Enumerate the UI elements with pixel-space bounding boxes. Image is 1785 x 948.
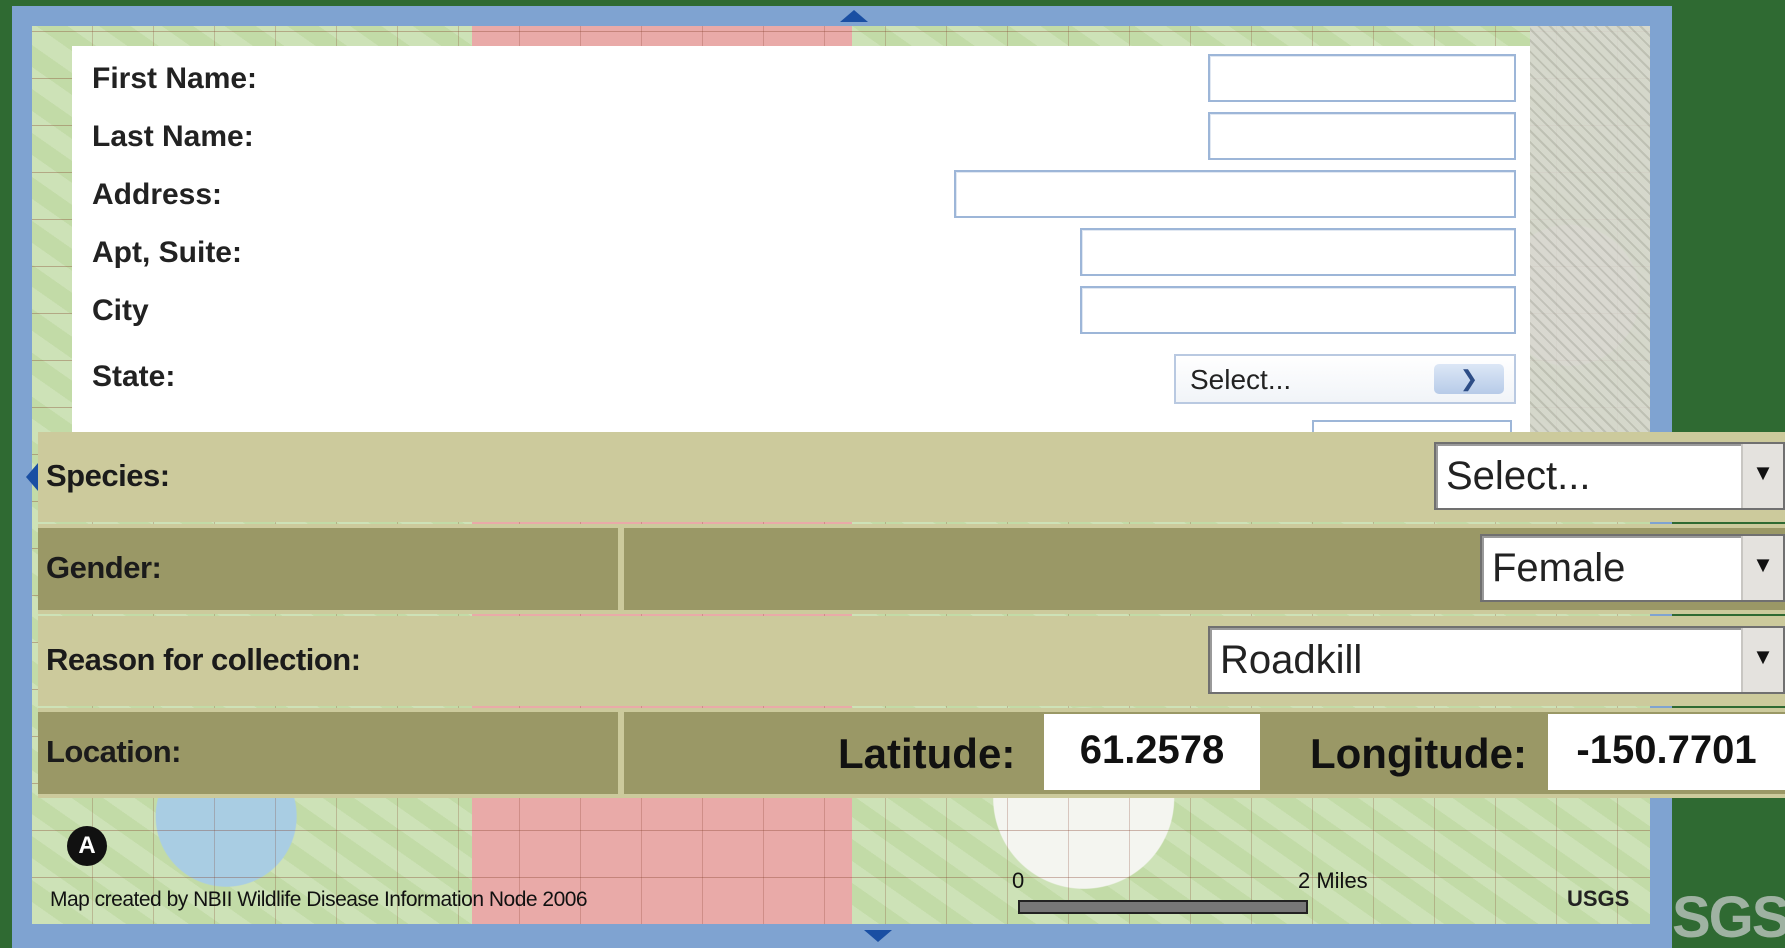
pan-up-arrow[interactable] — [840, 10, 868, 22]
species-label: Species: — [46, 458, 170, 493]
usgs-mark: USGS — [1567, 886, 1630, 911]
chevron-down-icon[interactable]: ❯ — [1434, 364, 1504, 394]
address-label: Address: — [92, 178, 223, 211]
dropdown-arrow-icon[interactable]: ▼ — [1741, 536, 1783, 600]
reason-select[interactable]: Roadkill ▼ — [1208, 626, 1785, 694]
state-select[interactable]: Select... ❯ — [1174, 354, 1516, 404]
scale-start-label: 0 — [1012, 868, 1025, 893]
apt-suite-field[interactable] — [1080, 228, 1516, 276]
dropdown-arrow-icon[interactable]: ▼ — [1741, 628, 1783, 692]
latitude-label: Latitude: — [838, 730, 1016, 777]
reason-select-value: Roadkill — [1220, 638, 1363, 682]
pan-down-arrow[interactable] — [864, 930, 892, 942]
scale-end-label: 2 Miles — [1298, 868, 1368, 893]
pan-left-arrow[interactable] — [26, 463, 38, 491]
latitude-field[interactable]: 61.2578 — [1044, 714, 1260, 790]
dropdown-arrow-icon[interactable]: ▼ — [1741, 444, 1783, 508]
gender-row: Gender: Female ▼ — [38, 524, 1785, 614]
apt-suite-label: Apt, Suite: — [92, 236, 242, 269]
species-select-value: Select... — [1446, 454, 1591, 498]
scale-bar — [1018, 900, 1308, 914]
address-panel: First Name: Last Name: Address: Apt, Sui… — [72, 46, 1530, 434]
collection-form: Species: Select... ▼ Gender: Female ▼ Re… — [38, 432, 1785, 798]
state-select-value: Select... — [1190, 364, 1292, 395]
north-arrow-icon: A — [67, 826, 107, 866]
last-name-label: Last Name: — [92, 120, 254, 153]
species-select[interactable]: Select... ▼ — [1434, 442, 1785, 510]
location-label: Location: — [46, 734, 182, 769]
reason-label: Reason for collection: — [46, 642, 361, 677]
reason-row: Reason for collection: Roadkill ▼ — [38, 616, 1785, 706]
last-name-field[interactable] — [1208, 112, 1516, 160]
map-urban-area — [1530, 26, 1650, 446]
state-label: State: — [92, 360, 176, 393]
location-row: Location: Latitude: 61.2578 Longitude: -… — [38, 708, 1785, 798]
city-field[interactable] — [1080, 286, 1516, 334]
gender-select-value: Female — [1492, 546, 1626, 590]
city-label: City — [92, 294, 149, 327]
brand-logo-fragment: SGS — [1672, 885, 1785, 948]
species-row: Species: Select... ▼ — [38, 432, 1785, 522]
address-field[interactable] — [954, 170, 1516, 218]
gender-select[interactable]: Female ▼ — [1480, 534, 1785, 602]
first-name-label: First Name: — [92, 62, 258, 95]
first-name-field[interactable] — [1208, 54, 1516, 102]
map-credit: Map created by NBII Wildlife Disease Inf… — [50, 888, 588, 911]
longitude-label: Longitude: — [1310, 730, 1527, 777]
longitude-field[interactable]: -150.7701 — [1548, 714, 1785, 790]
gender-label: Gender: — [46, 550, 162, 585]
